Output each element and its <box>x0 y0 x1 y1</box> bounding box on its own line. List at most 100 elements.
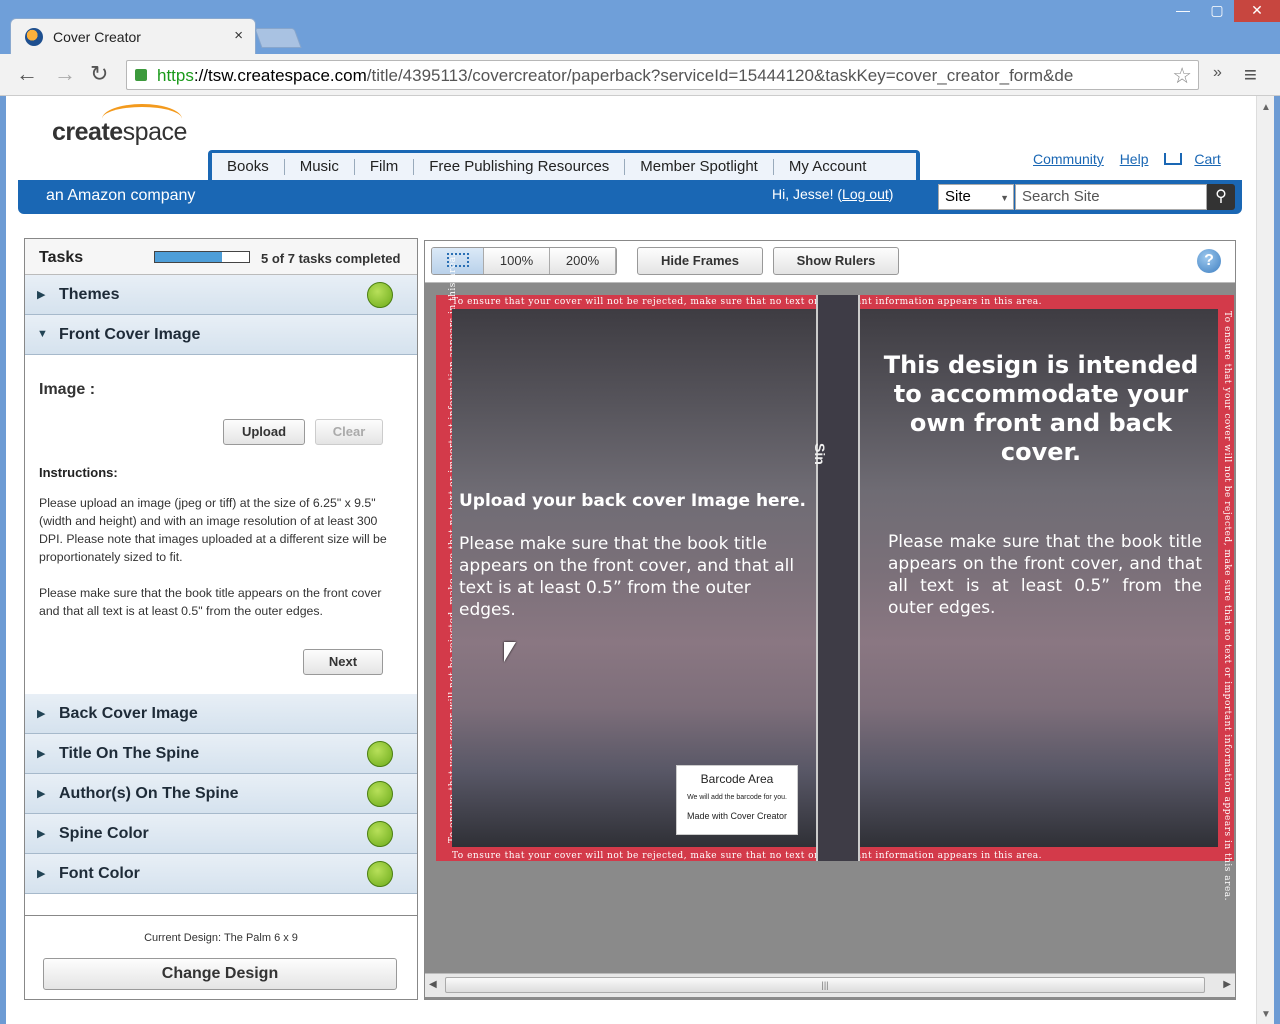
instructions-heading: Instructions: <box>39 465 118 480</box>
task-spine-color[interactable]: ▶ Spine Color <box>25 814 417 854</box>
utility-links: Community Help Cart <box>1033 151 1233 167</box>
complete-status-icon <box>367 821 393 847</box>
nav-item-member-spotlight[interactable]: Member Spotlight <box>625 158 774 175</box>
lock-icon <box>135 69 147 81</box>
scroll-right-icon[interactable]: ▶ <box>1223 979 1231 990</box>
maximize-icon[interactable]: ▢ <box>1200 0 1234 22</box>
task-author-s-on-the-spine[interactable]: ▶ Author(s) On The Spine <box>25 774 417 814</box>
design-footer: Current Design: The Palm 6 x 9 Change De… <box>25 915 417 999</box>
reload-icon[interactable]: ↻ <box>90 62 108 86</box>
search-scope-select[interactable]: Site ▼ <box>938 184 1014 210</box>
nav-item-my-account[interactable]: My Account <box>774 158 882 175</box>
nav-item-free-publishing-resources[interactable]: Free Publishing Resources <box>414 158 626 175</box>
triangle-down-icon: ▼ <box>37 328 48 340</box>
bleed-warning-right: To ensure that your cover will not be re… <box>1222 311 1232 902</box>
zoom-200-button[interactable]: 200% <box>550 248 616 274</box>
cart-link[interactable]: Cart <box>1194 151 1220 167</box>
cover-canvas[interactable]: To ensure that your cover will not be re… <box>436 253 1234 901</box>
tasks-panel: Tasks 5 of 7 tasks completed ▶ Themes ▼ Fro… <box>24 238 418 1000</box>
spine-area <box>816 295 860 861</box>
tasks-title: Tasks <box>39 249 84 266</box>
tab-title: Cover Creator <box>53 29 141 45</box>
minimize-icon[interactable]: — <box>1166 0 1200 22</box>
search-input[interactable]: Search Site <box>1015 184 1207 210</box>
extensions-chevron-icon[interactable]: » <box>1213 64 1222 82</box>
triangle-right-icon: ▶ <box>37 868 46 880</box>
createspace-logo[interactable]: createspace <box>52 104 187 147</box>
triangle-right-icon: ▶ <box>37 788 46 800</box>
logout-link[interactable]: Log out <box>842 186 889 202</box>
scroll-thumb[interactable]: ||| <box>445 977 1205 993</box>
tasks-count: 5 of 7 tasks completed <box>261 251 401 266</box>
instructions-text-2: Please make sure that the book title app… <box>39 586 382 618</box>
task-label: Themes <box>59 286 120 303</box>
cart-icon[interactable] <box>1164 153 1183 165</box>
window-controls: — ▢ ✕ <box>1166 0 1280 22</box>
menu-icon[interactable]: ≡ <box>1244 62 1257 88</box>
browser-toolbar: ← → ↻ https://tsw.createspace.com/title/… <box>0 54 1280 96</box>
next-button[interactable]: Next <box>303 649 383 675</box>
forward-icon[interactable]: → <box>54 62 76 86</box>
task-themes[interactable]: ▶ Themes <box>25 275 417 315</box>
nav-item-books[interactable]: Books <box>212 158 285 175</box>
scroll-up-icon[interactable]: ▲ <box>1261 102 1271 113</box>
triangle-right-icon: ▶ <box>37 748 46 760</box>
browser-tab[interactable]: Cover Creator × <box>10 18 256 54</box>
triangle-right-icon: ▶ <box>37 828 46 840</box>
cover-preview-panel: 100% 200% Hide Frames Show Rulers ? To e… <box>424 240 1236 1000</box>
hide-frames-button[interactable]: Hide Frames <box>637 247 763 275</box>
task-back-cover-image[interactable]: ▶ Back Cover Image <box>25 694 417 734</box>
search-icon[interactable]: ⚲ <box>1207 184 1235 210</box>
header-bar: an Amazon company Hi, Jesse! (Log out) S… <box>18 180 1242 214</box>
scroll-left-icon[interactable]: ◀ <box>429 979 437 990</box>
preview-toolbar: 100% 200% Hide Frames Show Rulers ? <box>425 241 1235 283</box>
bleed-warning-top: To ensure that your cover will not be re… <box>452 297 1043 307</box>
change-design-button[interactable]: Change Design <box>43 958 397 990</box>
task-label: Title On The Spine <box>59 745 200 762</box>
barcode-area: Barcode Area We will add the barcode for… <box>676 765 798 835</box>
zoom-100-button[interactable]: 100% <box>484 248 550 274</box>
triangle-right-icon: ▶ <box>37 708 46 720</box>
chevron-down-icon: ▼ <box>1000 193 1009 203</box>
task-front-cover-image[interactable]: ▼ Front Cover Image <box>25 315 417 355</box>
horizontal-scrollbar[interactable]: ◀ ||| ▶ <box>425 973 1235 997</box>
task-label: Spine Color <box>59 825 149 842</box>
url-text: https://tsw.createspace.com/title/439511… <box>157 66 1074 85</box>
nav-item-film[interactable]: Film <box>355 158 415 175</box>
complete-status-icon <box>367 741 393 767</box>
main-nav: Books Music Film Free Publishing Resources M… <box>208 150 920 180</box>
browser-titlebar: Cover Creator × — ▢ ✕ <box>0 0 1280 56</box>
back-cover-text: Please make sure that the book title app… <box>459 534 795 620</box>
back-cover-heading: Upload your back cover Image here. <box>459 491 806 511</box>
clear-button[interactable]: Clear <box>315 419 383 445</box>
amazon-tagline: an Amazon company <box>46 187 196 204</box>
show-rulers-button[interactable]: Show Rulers <box>773 247 899 275</box>
back-icon[interactable]: ← <box>16 62 38 86</box>
task-font-color[interactable]: ▶ Font Color <box>25 854 417 894</box>
tab-close-icon[interactable]: × <box>234 27 243 44</box>
help-link[interactable]: Help <box>1120 151 1149 167</box>
upload-button[interactable]: Upload <box>223 419 305 445</box>
task-label: Author(s) On The Spine <box>59 785 239 802</box>
star-icon[interactable]: ☆ <box>1172 63 1192 89</box>
front-cover-heading: This design is intended to accommodate y… <box>883 351 1199 466</box>
bleed-warning-bottom: To ensure that your cover will not be re… <box>452 851 1043 861</box>
close-window-icon[interactable]: ✕ <box>1234 0 1280 22</box>
current-design-label: Current Design: The Palm 6 x 9 <box>144 932 298 944</box>
help-icon[interactable]: ? <box>1197 249 1221 273</box>
community-link[interactable]: Community <box>1033 151 1104 167</box>
page-vertical-scrollbar[interactable]: ▲ ▼ <box>1256 96 1274 1024</box>
instructions-text: Please upload an image (jpeg or tiff) at… <box>39 496 387 564</box>
task-label: Font Color <box>59 865 140 882</box>
address-bar[interactable]: https://tsw.createspace.com/title/439511… <box>126 60 1199 90</box>
task-title-on-the-spine[interactable]: ▶ Title On The Spine <box>25 734 417 774</box>
tasks-progress-bar <box>154 251 250 263</box>
front-cover-image-panel: Image : Upload Clear Instructions: Pleas… <box>25 355 417 691</box>
front-cover-text: Please make sure that the book title app… <box>888 532 1202 618</box>
scroll-down-icon[interactable]: ▼ <box>1261 1009 1271 1020</box>
nav-item-music[interactable]: Music <box>285 158 355 175</box>
new-tab-button[interactable] <box>254 28 302 48</box>
user-greeting: Hi, Jesse! (Log out) <box>772 186 894 202</box>
task-label: Front Cover Image <box>59 326 201 343</box>
fit-to-window-button[interactable] <box>432 248 484 274</box>
